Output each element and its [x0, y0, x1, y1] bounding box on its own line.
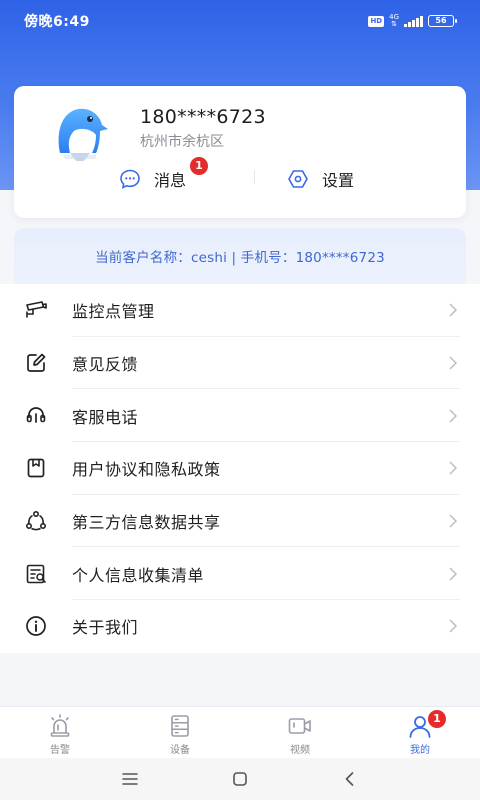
menu-label: 意见反馈 — [72, 355, 139, 375]
video-icon — [288, 718, 311, 734]
share-icon — [25, 511, 46, 531]
status-bar: 傍晚6:49 HD 4G ⇅ 56 — [0, 0, 480, 42]
tab-alarm[interactable]: 告警 — [0, 707, 120, 758]
settings-menu: 监控点管理 意见反馈 客服电话 用户协议和隐私政策 第三方信息数据共享 个人信息… — [0, 284, 480, 653]
system-navigation-bar — [0, 758, 480, 800]
user-location: 杭州市余杭区 — [140, 134, 224, 150]
menu-item-service-phone[interactable]: 客服电话 — [0, 389, 480, 442]
menu-item-user-agreement[interactable]: 用户协议和隐私政策 — [0, 442, 480, 495]
settings-button[interactable]: 设置 — [286, 164, 354, 194]
bottom-tab-bar: 告警 设备 视频 1 我的 — [0, 706, 480, 758]
battery-level: 56 — [435, 16, 447, 25]
edit-icon — [27, 353, 46, 372]
hd-indicator: HD — [368, 15, 385, 27]
menu-label: 用户协议和隐私政策 — [72, 460, 221, 480]
chat-bubble-icon — [120, 169, 140, 189]
menu-icon[interactable] — [120, 769, 140, 789]
tab-mine-badge: 1 — [428, 710, 446, 728]
menu-label: 客服电话 — [72, 407, 139, 427]
alarm-icon — [50, 714, 70, 737]
tab-label: 告警 — [50, 745, 70, 756]
tab-label: 视频 — [290, 745, 310, 756]
menu-label: 监控点管理 — [72, 302, 155, 322]
tab-mine[interactable]: 1 我的 — [360, 707, 480, 758]
back-icon[interactable] — [340, 769, 360, 789]
menu-item-personal-info-list[interactable]: 个人信息收集清单 — [0, 547, 480, 600]
menu-item-about-us[interactable]: 关于我们 — [0, 600, 480, 653]
chevron-right-icon — [449, 619, 457, 633]
document-icon — [27, 459, 45, 478]
menu-item-monitor-points[interactable]: 监控点管理 — [0, 284, 480, 337]
customer-info-strip: 当前客户名称：ceshi | 手机号：180****6723 — [14, 228, 466, 284]
settings-label: 设置 — [322, 171, 355, 190]
user-phone: 180****6723 — [140, 106, 266, 128]
menu-item-third-party-sharing[interactable]: 第三方信息数据共享 — [0, 495, 480, 548]
info-icon — [26, 616, 46, 637]
messages-label: 消息 — [154, 171, 187, 190]
status-indicators: HD 4G ⇅ 56 — [368, 14, 457, 28]
customer-info-text: 当前客户名称：ceshi | 手机号：180****6723 — [95, 250, 385, 266]
tab-label: 我的 — [410, 745, 430, 756]
camera-icon — [26, 301, 47, 319]
headset-icon — [26, 406, 46, 423]
menu-label: 个人信息收集清单 — [72, 565, 205, 585]
signal-icon — [404, 15, 423, 27]
chevron-right-icon — [449, 461, 457, 475]
network-indicator: 4G ⇅ — [389, 14, 399, 28]
tab-device[interactable]: 设备 — [120, 707, 240, 758]
chevron-right-icon — [449, 567, 457, 581]
profile-card: 180****6723 杭州市余杭区 消息 1 设置 — [14, 86, 466, 218]
chevron-right-icon — [449, 409, 457, 423]
menu-label: 关于我们 — [72, 618, 139, 638]
list-icon — [26, 564, 46, 584]
chevron-right-icon — [449, 514, 457, 528]
messages-button[interactable]: 消息 — [118, 164, 186, 194]
data-arrows-icon: ⇅ — [391, 20, 397, 28]
status-time: 傍晚6:49 — [24, 14, 90, 30]
menu-item-feedback[interactable]: 意见反馈 — [0, 337, 480, 390]
tab-label: 设备 — [170, 745, 190, 756]
home-icon[interactable] — [230, 769, 250, 789]
messages-badge: 1 — [190, 157, 208, 175]
device-icon — [171, 715, 189, 737]
menu-label: 第三方信息数据共享 — [72, 513, 221, 533]
tab-video[interactable]: 视频 — [240, 707, 360, 758]
chevron-right-icon — [449, 356, 457, 370]
penguin-avatar-icon[interactable] — [50, 101, 110, 161]
hexagon-settings-icon — [288, 170, 308, 188]
chevron-right-icon — [449, 303, 457, 317]
action-divider — [254, 170, 255, 184]
battery-icon: 56 — [428, 15, 457, 27]
